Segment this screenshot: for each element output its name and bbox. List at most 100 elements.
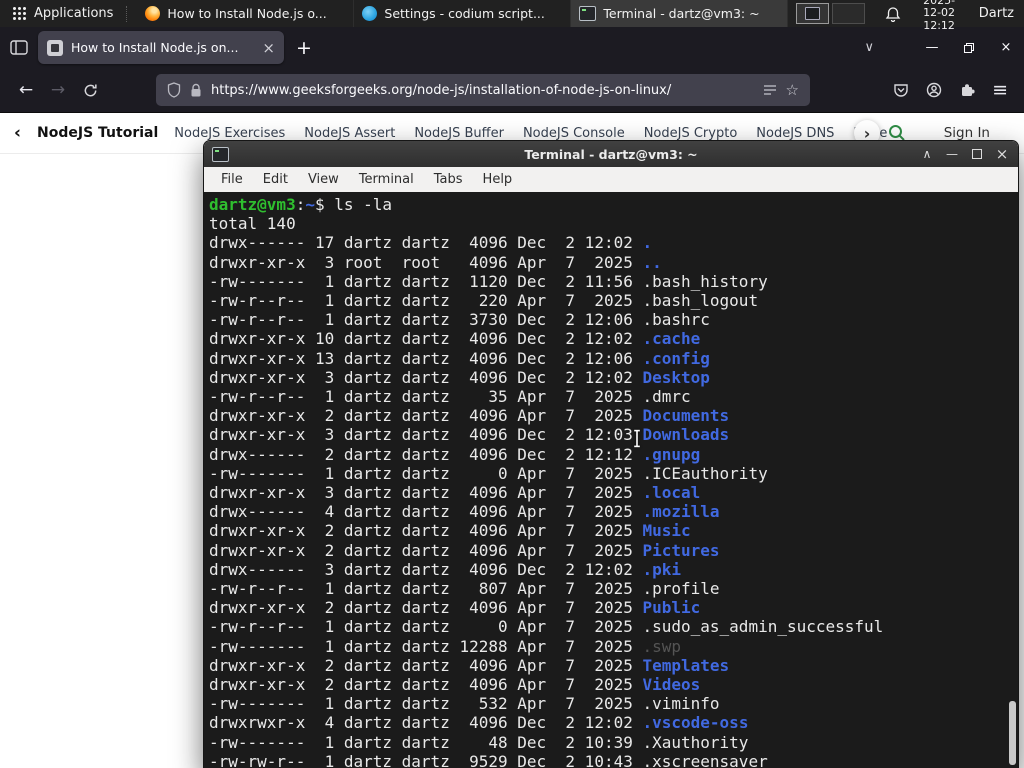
terminal-line: -rw------- 1 dartz dartz 1120 Dec 2 11:5… bbox=[209, 271, 768, 291]
terminal-line: drwxr-xr-x 2 dartz dartz 4096 Apr 7 2025… bbox=[209, 655, 730, 675]
terminal-minimize-button[interactable]: — bbox=[945, 147, 959, 161]
site-nav-link[interactable]: NodeJS DNS bbox=[756, 126, 834, 141]
terminal-line: drwxr-xr-x 2 dartz dartz 4096 Apr 7 2025… bbox=[209, 521, 691, 541]
maximize-icon bbox=[972, 149, 982, 159]
firefox-view-icon[interactable] bbox=[10, 40, 28, 55]
window-controls: — × bbox=[924, 40, 1014, 56]
terminal-line: -rw-r--r-- 1 dartz dartz 3730 Dec 2 12:0… bbox=[209, 310, 710, 330]
terminal-line: drwxr-xr-x 2 dartz dartz 4096 Apr 7 2025… bbox=[209, 598, 701, 618]
site-nav-link[interactable]: NodeJS Exercises bbox=[174, 126, 285, 141]
workspace-pager bbox=[796, 3, 866, 24]
terminal-menu-edit[interactable]: Edit bbox=[254, 169, 297, 190]
terminal-shade-button[interactable]: ∧ bbox=[920, 147, 934, 161]
terminal-menu-help[interactable]: Help bbox=[474, 169, 522, 190]
url-text: https://www.geeksforgeeks.org/node-js/in… bbox=[211, 82, 672, 98]
workspace-1[interactable] bbox=[796, 3, 830, 24]
new-tab-button[interactable]: + bbox=[296, 37, 312, 59]
terminal-line: drwxr-xr-x 10 dartz dartz 4096 Dec 2 12:… bbox=[209, 329, 701, 349]
shield-icon[interactable] bbox=[167, 82, 181, 98]
notification-bell-icon[interactable] bbox=[885, 6, 901, 22]
site-nav-primary[interactable]: NodeJS Tutorial bbox=[37, 125, 158, 141]
terminal-titlebar[interactable]: Terminal - dartz@vm3: ~ ∧ — × bbox=[204, 141, 1018, 167]
terminal-maximize-button[interactable] bbox=[970, 147, 984, 161]
terminal-line: -rw------- 1 dartz dartz 12288 Apr 7 202… bbox=[209, 636, 682, 656]
url-bar[interactable]: https://www.geeksforgeeks.org/node-js/in… bbox=[156, 74, 810, 106]
terminal-window: Terminal - dartz@vm3: ~ ∧ — × File Edit Vi… bbox=[203, 140, 1019, 768]
terminal-line: drwxr-xr-x 2 dartz dartz 4096 Apr 7 2025… bbox=[209, 406, 730, 426]
applications-label: Applications bbox=[34, 6, 114, 21]
codium-icon bbox=[362, 6, 378, 21]
window-minimize-button[interactable]: — bbox=[924, 40, 940, 56]
panel-window-title: How to Install Node.js o... bbox=[167, 6, 327, 21]
forward-button[interactable]: → bbox=[42, 80, 74, 100]
terminal-output: dartz@vm3:~$ ls -la total 140 drwx------ 1… bbox=[209, 195, 1018, 768]
app-menu-icon[interactable]: ≡ bbox=[992, 79, 1008, 101]
terminal-line: -rw-r--r-- 1 dartz dartz 807 Apr 7 2025 … bbox=[209, 579, 720, 599]
list-tabs-chevron-icon[interactable]: ∨ bbox=[864, 40, 874, 55]
top-panel: Applications How to Install Node.js o...… bbox=[0, 0, 1024, 31]
terminal-line: drwxr-xr-x 2 dartz dartz 4096 Apr 7 2025… bbox=[209, 540, 720, 560]
panel-window-list: How to Install Node.js o... Settings - co… bbox=[137, 0, 789, 27]
terminal-menu-tabs[interactable]: Tabs bbox=[425, 169, 472, 190]
terminal-menu-view[interactable]: View bbox=[299, 169, 348, 190]
bell-icon bbox=[886, 6, 901, 22]
panel-window-button[interactable]: Settings - codium script... bbox=[354, 0, 572, 27]
terminal-line: -rw-r--r-- 1 dartz dartz 35 Apr 7 2025 .… bbox=[209, 387, 691, 407]
terminal-scrollbar-thumb[interactable] bbox=[1009, 701, 1016, 765]
terminal-line: dartz@vm3:~$ ls -la bbox=[209, 195, 393, 214]
terminal-menu-file[interactable]: File bbox=[212, 169, 252, 190]
pocket-icon[interactable] bbox=[893, 82, 909, 98]
tab-close-icon[interactable]: × bbox=[262, 39, 275, 57]
window-close-button[interactable]: × bbox=[998, 40, 1014, 56]
panel-window-button[interactable]: Terminal - dartz@vm3: ~ bbox=[571, 0, 789, 27]
terminal-window-controls: ∧ — × bbox=[920, 145, 1018, 163]
account-icon[interactable] bbox=[926, 82, 942, 98]
terminal-line: -rw-r--r-- 1 dartz dartz 220 Apr 7 2025 … bbox=[209, 291, 759, 311]
terminal-line: drwxr-xr-x 3 dartz dartz 4096 Dec 2 12:0… bbox=[209, 425, 730, 445]
panel-window-button[interactable]: How to Install Node.js o... bbox=[137, 0, 355, 27]
firefox-icon bbox=[145, 6, 161, 21]
applications-menu-button[interactable]: Applications bbox=[6, 0, 119, 27]
lock-icon[interactable] bbox=[190, 83, 202, 98]
site-nav-link[interactable]: NodeJS Buffer bbox=[414, 126, 504, 141]
restore-icon bbox=[964, 42, 974, 53]
user-menu[interactable]: Dartz bbox=[979, 6, 1014, 21]
terminal-line: drwx------ 3 dartz dartz 4096 Dec 2 12:0… bbox=[209, 559, 682, 579]
clock-date: 2025-12-02 bbox=[923, 0, 956, 20]
navigation-toolbar: ← → https://www.geeksforgeeks.org/node-j… bbox=[0, 68, 1024, 113]
reader-view-icon[interactable] bbox=[763, 83, 777, 97]
terminal-menubar: File Edit View Terminal Tabs Help bbox=[204, 167, 1018, 193]
applications-grid-icon bbox=[13, 7, 26, 20]
text-cursor bbox=[634, 429, 640, 448]
clock[interactable]: 2025-12-02 12:12 bbox=[915, 0, 962, 32]
terminal-line: drwxrwxr-x 4 dartz dartz 4096 Dec 2 12:0… bbox=[209, 713, 749, 733]
site-nav-link[interactable]: NodeJS Crypto bbox=[644, 126, 738, 141]
extensions-icon[interactable] bbox=[959, 82, 975, 98]
tab-favicon bbox=[47, 39, 63, 56]
terminal-line: -rw------- 1 dartz dartz 532 Apr 7 2025 … bbox=[209, 694, 720, 714]
terminal-icon bbox=[579, 6, 597, 21]
reload-button[interactable] bbox=[74, 83, 106, 98]
mini-terminal-icon bbox=[805, 7, 821, 20]
browser-tab[interactable]: How to Install Node.js on... × bbox=[38, 31, 284, 64]
terminal-line: drwxr-xr-x 2 dartz dartz 4096 Apr 7 2025… bbox=[209, 675, 701, 695]
bookmark-star-icon[interactable]: ☆ bbox=[786, 81, 799, 99]
panel-window-title: Terminal - dartz@vm3: ~ bbox=[603, 6, 760, 21]
terminal-line: drwxr-xr-x 3 dartz dartz 4096 Dec 2 12:0… bbox=[209, 367, 710, 387]
reload-icon bbox=[84, 84, 97, 96]
toolbar-right-icons: ≡ bbox=[893, 79, 1014, 101]
workspace-2[interactable] bbox=[832, 3, 866, 24]
terminal-menu-terminal[interactable]: Terminal bbox=[350, 169, 423, 190]
site-nav-link[interactable]: NodeJS Assert bbox=[304, 126, 395, 141]
terminal-close-button[interactable]: × bbox=[995, 145, 1009, 163]
terminal-line: drwx------ 4 dartz dartz 4096 Apr 7 2025… bbox=[209, 502, 720, 522]
terminal-icon bbox=[212, 146, 229, 162]
terminal-line: drwxr-xr-x 3 root root 4096 Apr 7 2025 .… bbox=[209, 252, 662, 272]
sign-in-link[interactable]: Sign In bbox=[944, 125, 990, 141]
site-nav-link[interactable]: NodeJS Console bbox=[523, 126, 625, 141]
window-restore-button[interactable] bbox=[961, 40, 977, 56]
back-button[interactable]: ← bbox=[10, 80, 42, 100]
nav-scroll-left-icon[interactable]: ‹ bbox=[14, 123, 21, 143]
terminal-line: total 140 bbox=[209, 214, 296, 234]
terminal-line: -rw-r--r-- 1 dartz dartz 0 Apr 7 2025 .s… bbox=[209, 617, 884, 637]
